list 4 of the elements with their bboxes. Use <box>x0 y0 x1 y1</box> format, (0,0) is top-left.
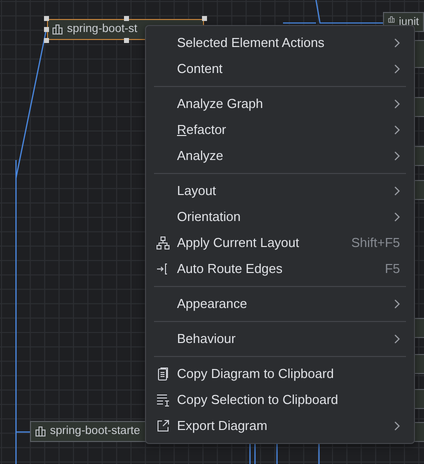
shortcut-label: F5 <box>384 260 400 278</box>
node-label: spring-boot-starte <box>50 424 140 439</box>
node-label: spring-boot-st <box>67 22 138 37</box>
shortcut-label: Shift+F5 <box>351 234 400 252</box>
